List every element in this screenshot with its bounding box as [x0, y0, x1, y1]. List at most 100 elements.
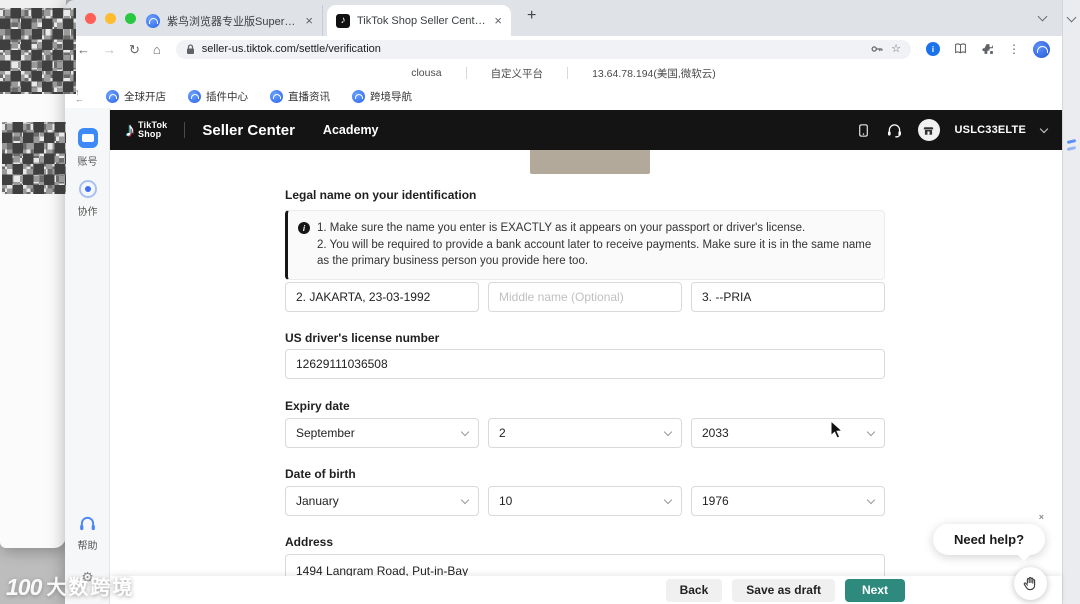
tab-title: 紫鸟浏览器专业版Superbrower — [167, 13, 298, 29]
last-name-input[interactable] — [691, 282, 885, 312]
dob-year-select[interactable]: 1976 — [691, 486, 885, 516]
divider — [184, 122, 185, 138]
dob-month-select[interactable]: January — [285, 486, 479, 516]
need-help-bubble[interactable]: Need help? × — [933, 524, 1045, 555]
tab-tiktok-seller-center[interactable]: ♪ TikTok Shop Seller Center | Uni × — [327, 5, 511, 36]
notice-line-1: 1. Make sure the name you enter is EXACT… — [317, 222, 805, 234]
close-tab-icon[interactable]: × — [305, 14, 313, 27]
home-button[interactable]: ⌂ — [153, 43, 161, 56]
chevron-down-icon — [867, 495, 875, 503]
chevron-down-icon — [664, 495, 672, 503]
collaboration-orbit-icon — [79, 180, 97, 198]
account-card-icon — [78, 128, 98, 148]
save-as-draft-button[interactable]: Save as draft — [732, 579, 835, 602]
address-label: Address — [285, 535, 333, 549]
chevron-down-icon — [664, 427, 672, 435]
tiktok-favicon: ♪ — [336, 14, 350, 28]
zoom-window-button[interactable] — [125, 13, 136, 24]
mobile-app-icon[interactable] — [856, 122, 871, 139]
sidebar-item-label: 协作 — [78, 203, 98, 218]
dob-month-value: January — [296, 494, 339, 508]
headset-icon — [78, 515, 97, 532]
middle-name-input[interactable] — [488, 282, 682, 312]
profile-avatar[interactable] — [1033, 41, 1050, 58]
environment-bar: clousa 自定义平台 13.64.78.194(美国,微软云) — [65, 62, 1062, 84]
expiry-date-row: September 2 2033 — [285, 418, 885, 448]
license-number-label: US driver's license number — [285, 331, 439, 345]
next-button[interactable]: Next — [845, 579, 905, 602]
seller-account-id[interactable]: USLC33ELTE — [955, 124, 1026, 136]
chevron-down-icon — [461, 427, 469, 435]
extension-info-icon[interactable]: i — [926, 42, 940, 56]
form-footer-bar: Back Save as draft Next — [110, 576, 1062, 604]
dob-day-select[interactable]: 10 — [488, 486, 682, 516]
logo-line-2: Shop — [138, 129, 161, 139]
browser-menu-icon[interactable]: ⋮ — [1008, 43, 1020, 55]
expiry-day-select[interactable]: 2 — [488, 418, 682, 448]
panel-blue-mark — [1067, 146, 1076, 151]
bookmarks-bar: ↑ ← 全球开店 插件中心 直播资讯 跨境导航 — [65, 84, 1062, 108]
bookmark-crossborder-nav[interactable]: 跨境导航 — [352, 89, 412, 104]
sidebar-item-label: 账号 — [78, 153, 98, 168]
verification-form-content: Legal name on your identification i 1. M… — [110, 150, 1062, 576]
logo-line-1: TikTok — [138, 120, 167, 130]
reload-button[interactable]: ↻ — [129, 43, 140, 56]
accessibility-hand-button[interactable] — [1014, 567, 1047, 600]
expiry-month-select[interactable]: September — [285, 418, 479, 448]
dob-year-value: 1976 — [702, 494, 729, 508]
address-bar[interactable]: seller-us.tiktok.com/settle/verification… — [176, 40, 911, 59]
tab-list-chevron-icon[interactable] — [1038, 12, 1048, 22]
forward-button[interactable]: → — [103, 43, 116, 56]
info-icon: i — [298, 222, 310, 234]
sidebar-item-collaboration[interactable]: 协作 — [65, 180, 110, 218]
tab-bar: 紫鸟浏览器专业版Superbrower × ♪ TikTok Shop Sell… — [65, 0, 1062, 36]
tab-superbrowser[interactable]: 紫鸟浏览器专业版Superbrower × — [137, 5, 323, 36]
expiry-year-value: 2033 — [702, 426, 729, 440]
license-number-input[interactable] — [285, 349, 885, 379]
name-fields-row — [285, 282, 885, 312]
tiktok-shop-header: ♪ TikTok Shop Seller Center Academy USLC… — [110, 110, 1062, 150]
chevron-down-icon — [867, 427, 875, 435]
reading-list-icon[interactable] — [953, 42, 968, 56]
date-of-birth-label: Date of birth — [285, 467, 356, 481]
url-text: seller-us.tiktok.com/settle/verification — [202, 43, 863, 55]
account-chevron-down-icon[interactable] — [1040, 124, 1048, 132]
extensions-puzzle-icon[interactable] — [981, 42, 995, 56]
env-platform: 自定义平台 — [491, 66, 544, 81]
bookmark-global-store[interactable]: 全球开店 — [106, 89, 166, 104]
address-input[interactable] — [285, 554, 885, 576]
first-name-input[interactable] — [285, 282, 479, 312]
mouse-cursor — [830, 420, 843, 444]
close-window-button[interactable] — [85, 13, 96, 24]
bookmark-label: 全球开店 — [124, 89, 166, 104]
censored-mosaic-block — [0, 8, 76, 94]
back-button[interactable]: Back — [666, 579, 723, 602]
seller-avatar[interactable] — [918, 119, 940, 141]
shop-icon — [922, 124, 935, 137]
expiry-year-select[interactable]: 2033 — [691, 418, 885, 448]
minimize-window-button[interactable] — [105, 13, 116, 24]
notice-line-2: 2. You will be required to provide a ban… — [317, 239, 871, 268]
close-help-icon[interactable]: × — [1039, 512, 1044, 522]
back-button[interactable]: ← — [77, 43, 90, 56]
sidebar-item-account[interactable]: 账号 — [65, 128, 110, 168]
password-key-icon[interactable] — [870, 42, 884, 56]
nav-seller-center[interactable]: Seller Center — [202, 122, 295, 139]
bookmark-favicon — [106, 90, 119, 103]
bookmark-live-news[interactable]: 直播资讯 — [270, 89, 330, 104]
support-headset-icon[interactable] — [886, 122, 903, 138]
sidebar-item-help[interactable]: 帮助 — [65, 515, 110, 552]
collapse-panel-icon[interactable]: ↑ ← — [75, 89, 84, 103]
bookmark-star-icon[interactable]: ☆ — [891, 44, 901, 55]
new-tab-button[interactable]: + — [527, 8, 536, 24]
tiktok-note-icon: ♪ — [125, 120, 135, 140]
sidebar-item-label: 帮助 — [78, 537, 98, 552]
bookmark-label: 跨境导航 — [370, 89, 412, 104]
desktop: 紫鸟浏览器专业版Superbrower × ♪ TikTok Shop Sell… — [0, 0, 1080, 604]
legal-name-notice: i 1. Make sure the name you enter is EXA… — [285, 210, 885, 280]
bookmark-plugin-center[interactable]: 插件中心 — [188, 89, 248, 104]
nav-academy[interactable]: Academy — [323, 123, 379, 137]
panel-chevron-down-icon[interactable] — [1067, 13, 1077, 23]
close-tab-icon[interactable]: × — [494, 14, 502, 27]
divider — [567, 67, 568, 79]
